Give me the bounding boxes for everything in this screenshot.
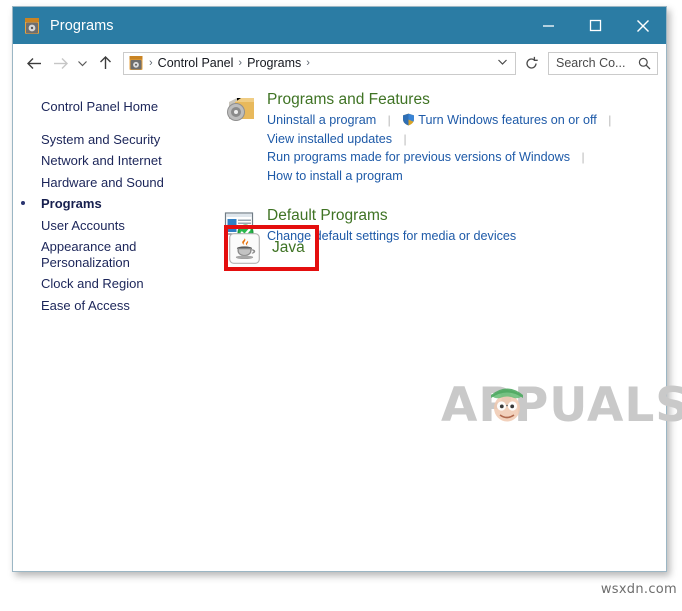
page-backdrop: Programs › Control Panel › Programs › Se… [0,0,682,611]
category-links: Change default settings for media or dev… [267,227,666,246]
search-input[interactable]: Search Co... [548,51,658,75]
java-label[interactable]: Java [272,239,305,257]
sidebar-item-hardware-and-sound[interactable]: Hardware and Sound [13,172,213,194]
maximize-button[interactable] [572,7,619,44]
breadcrumb-bar[interactable]: › Control Panel › Programs › [123,51,516,75]
link-divider: | [387,113,391,127]
close-button[interactable] [619,7,666,44]
category-body: Default Programs Change default settings… [267,206,666,246]
uac-shield-icon [402,113,415,126]
link-uninstall-a-program[interactable]: Uninstall a program [267,113,376,127]
sidebar-item-user-accounts[interactable]: User Accounts [13,215,213,237]
link-row: How to install a program [267,167,666,186]
window-controls [525,7,666,44]
sidebar-item-clock-and-region[interactable]: Clock and Region [13,273,213,295]
category-programs-and-features: Programs and Features Uninstall a progra… [213,90,666,189]
window-title: Programs [50,17,114,34]
java-icon [229,232,260,264]
link-divider: | [608,113,612,127]
forward-arrow-icon[interactable] [47,50,73,76]
category-links: Uninstall a program | Turn Windows featu… [267,111,666,185]
window-content: Control Panel Home System and Security N… [13,82,682,571]
sidebar-item-control-panel-home[interactable]: Control Panel Home [13,96,213,118]
control-panel-item-java[interactable]: Java [229,231,305,265]
link-divider: | [403,131,407,146]
control-panel-icon [23,17,41,35]
minimize-button[interactable] [525,7,572,44]
control-panel-icon [128,55,144,71]
back-arrow-icon[interactable] [21,50,47,76]
appuals-mascot-icon [491,388,523,422]
sidebar: Control Panel Home System and Security N… [13,82,213,571]
link-row: View installed updates | [267,130,666,149]
sidebar-item-appearance-and-personalization[interactable]: Appearance and Personalization [13,236,137,273]
link-turn-windows-features-on-or-off[interactable]: Turn Windows features on or off [418,113,597,127]
sidebar-item-programs[interactable]: Programs [13,193,213,215]
appuals-watermark: APPUALS [441,378,682,438]
link-divider: | [581,150,585,164]
sidebar-item-system-and-security[interactable]: System and Security [13,129,213,151]
link-row: Uninstall a program | Turn Windows featu… [267,111,666,130]
breadcrumb-separator: › [306,57,310,69]
source-watermark: wsxdn.com [600,582,677,597]
recent-locations-chevron-down-icon[interactable] [73,50,92,76]
appuals-watermark-text: APPUALS [441,378,682,433]
search-input-value[interactable]: Search Co... [549,56,638,70]
address-bar: › Control Panel › Programs › Search Co..… [13,44,666,82]
category-title[interactable]: Programs and Features [267,90,666,110]
refresh-icon[interactable] [521,52,541,74]
explorer-window: Programs › Control Panel › Programs › Se… [12,6,682,572]
search-icon[interactable] [638,57,657,70]
breadcrumb-programs[interactable]: Programs [245,56,303,70]
category-title[interactable]: Default Programs [267,206,666,226]
up-arrow-icon[interactable] [92,50,118,76]
link-row: Run programs made for previous versions … [267,148,666,167]
main-pane: Programs and Features Uninstall a progra… [213,82,682,571]
breadcrumb-separator: › [149,57,153,69]
programs-features-icon [223,93,257,127]
link-view-installed-updates[interactable]: View installed updates [267,132,392,146]
breadcrumb-control-panel[interactable]: Control Panel [156,56,236,70]
link-how-to-install-a-program[interactable]: How to install a program [267,169,403,183]
address-dropdown-chevron-down-icon[interactable] [497,57,515,69]
sidebar-item-network-and-internet[interactable]: Network and Internet [13,150,213,172]
link-row: Change default settings for media or dev… [267,227,666,246]
title-bar: Programs [13,7,666,44]
category-body: Programs and Features Uninstall a progra… [267,90,666,185]
breadcrumb-separator: › [238,57,243,69]
sidebar-item-ease-of-access[interactable]: Ease of Access [13,295,213,317]
link-run-programs-previous-versions[interactable]: Run programs made for previous versions … [267,150,570,164]
